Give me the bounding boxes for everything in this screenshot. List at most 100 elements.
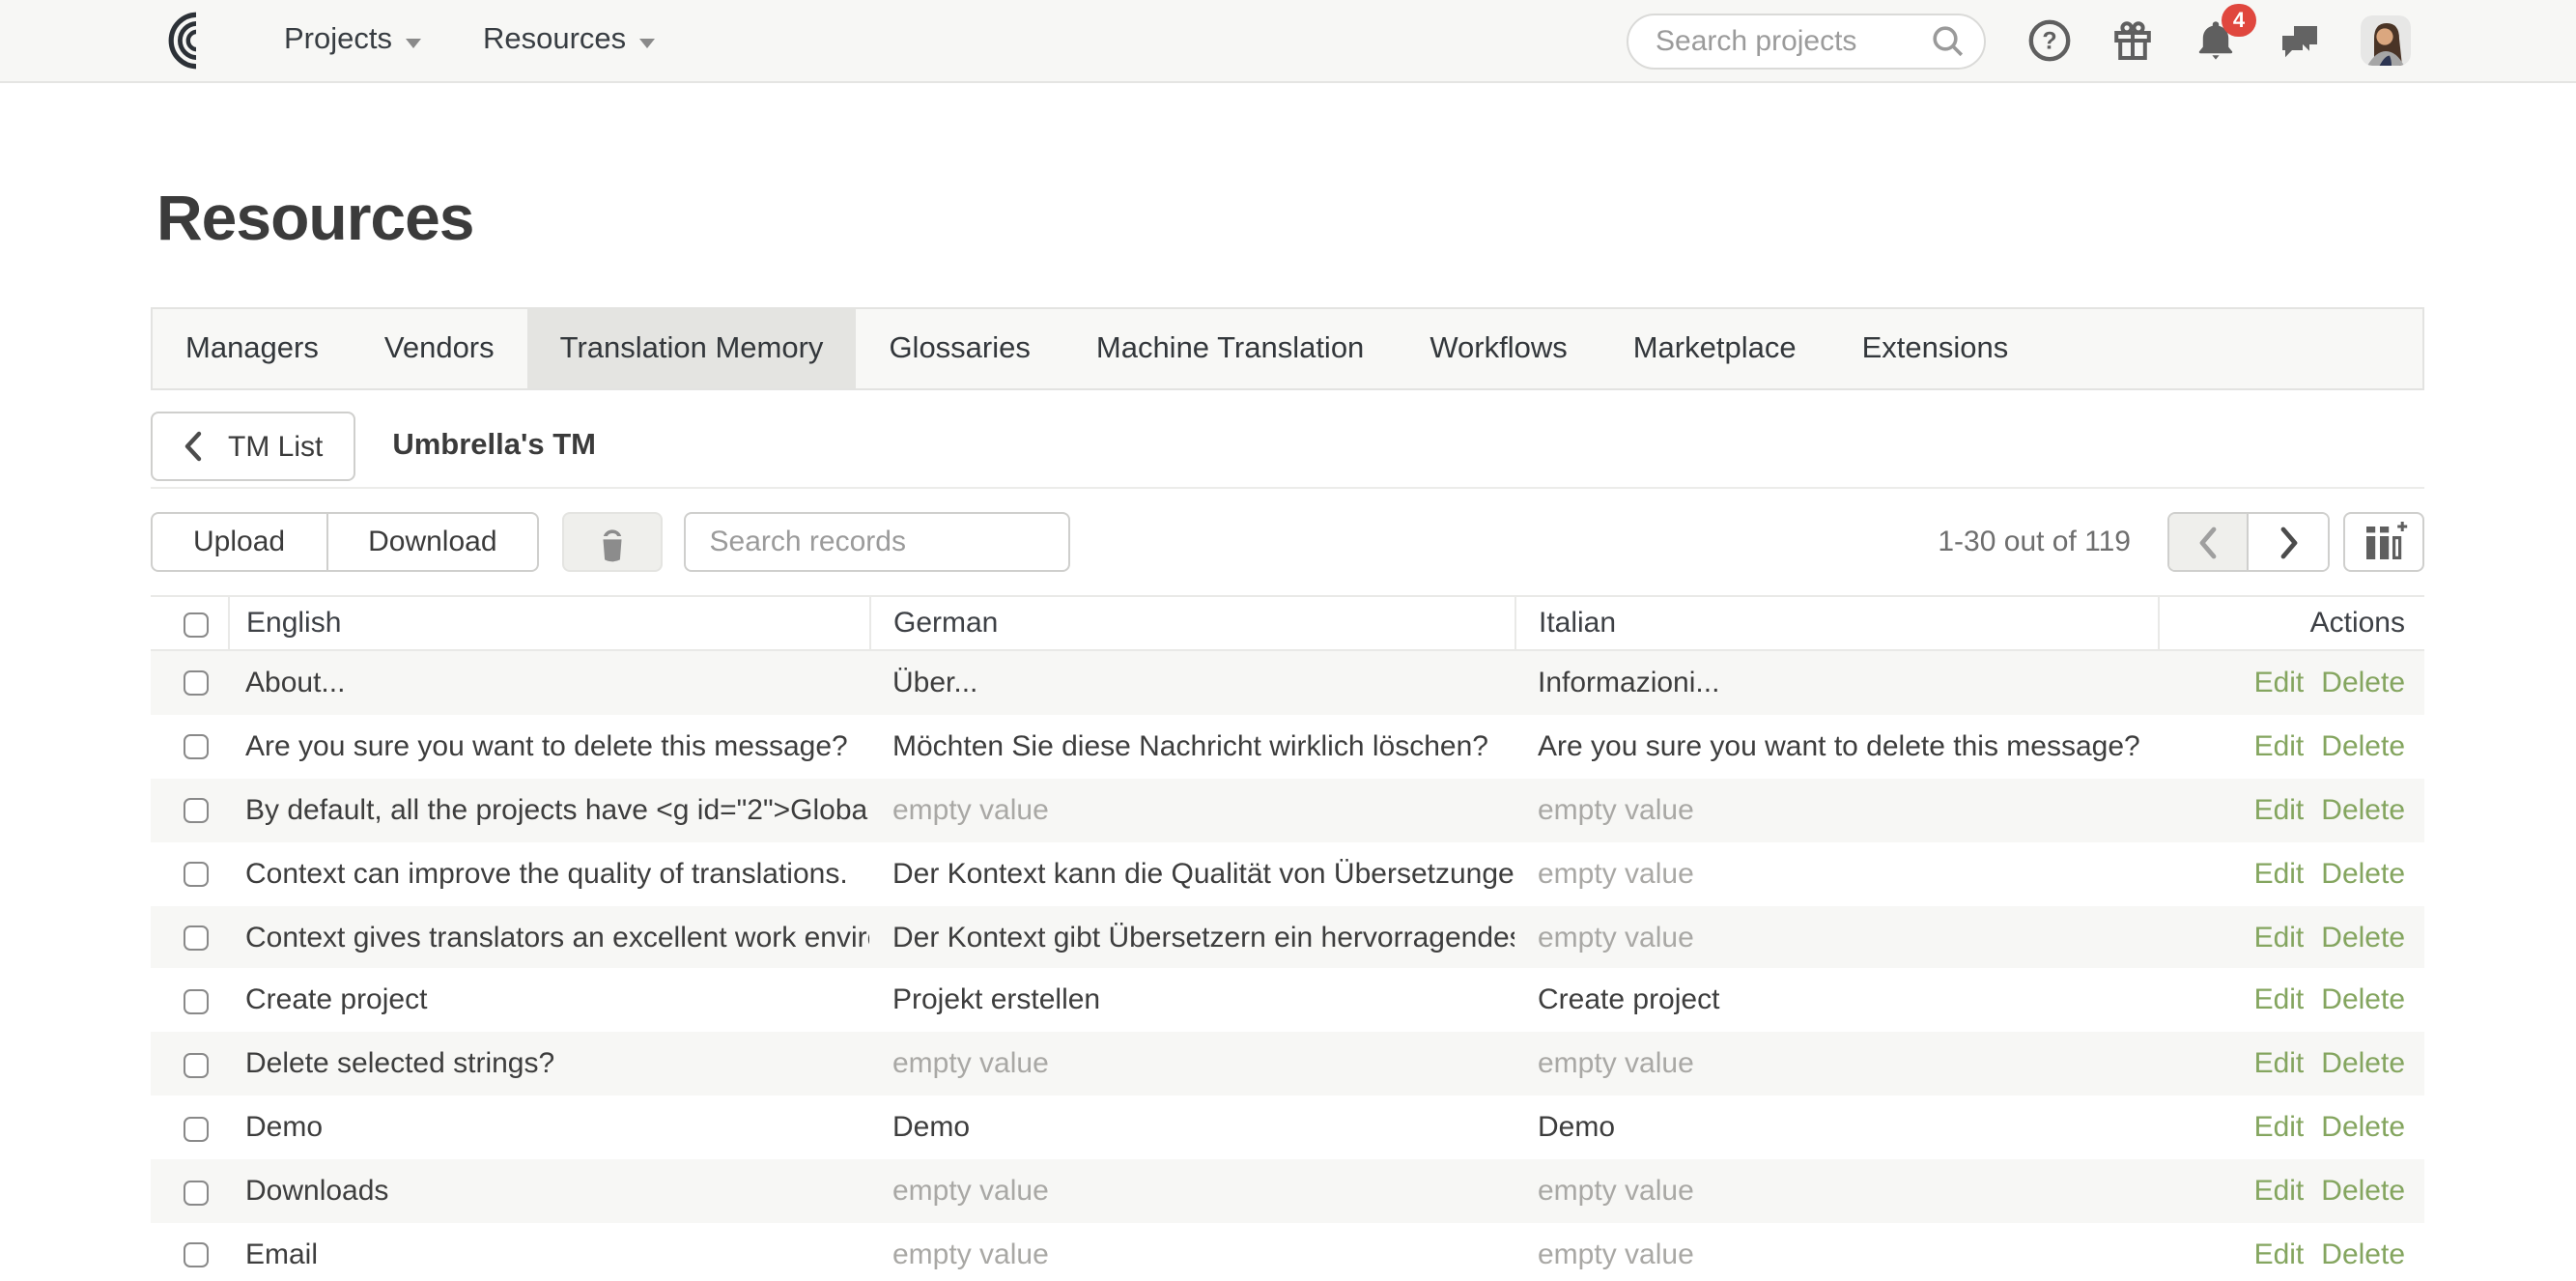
edit-link[interactable]: Edit	[2254, 1048, 2305, 1081]
upload-button[interactable]: Upload	[151, 512, 327, 572]
tab-marketplace[interactable]: Marketplace	[1600, 309, 1829, 388]
cell-en: Context can improve the quality of trans…	[228, 841, 869, 905]
cell-it: empty value	[1514, 1159, 2158, 1223]
row-checkbox-cell	[151, 779, 228, 842]
column-header-german: German	[869, 596, 1514, 650]
back-to-tm-list-button[interactable]: TM List	[151, 412, 355, 481]
delete-link[interactable]: Delete	[2321, 857, 2405, 890]
tab-workflows[interactable]: Workflows	[1397, 309, 1599, 388]
tab-vendors[interactable]: Vendors	[352, 309, 527, 388]
row-checkbox-cell	[151, 841, 228, 905]
download-button[interactable]: Download	[327, 512, 539, 572]
tab-managers[interactable]: Managers	[153, 309, 352, 388]
delete-link[interactable]: Delete	[2321, 1048, 2405, 1081]
search-projects	[1627, 13, 1986, 69]
delete-link[interactable]: Delete	[2321, 793, 2405, 826]
row-checkbox[interactable]	[184, 862, 209, 887]
table-row: Context can improve the quality of trans…	[151, 841, 2424, 905]
cell-en: Demo	[228, 1096, 869, 1159]
tab-translation-memory[interactable]: Translation Memory	[527, 309, 857, 388]
row-actions: Edit Delete	[2158, 650, 2424, 715]
search-records-input[interactable]	[685, 512, 1071, 572]
edit-link[interactable]: Edit	[2254, 667, 2305, 699]
prev-page-button[interactable]	[2169, 514, 2249, 570]
table-row: Downloadsempty valueempty valueEditDelet…	[151, 1159, 2424, 1223]
cell-en: Email	[228, 1223, 869, 1281]
app: Projects Resources ?	[0, 0, 2576, 1281]
edit-link[interactable]: Edit	[2254, 921, 2305, 954]
row-actions: Edit Delete	[2158, 969, 2424, 1033]
delete-selected-button[interactable]	[563, 512, 664, 572]
tm-table-body: About...Über...Informazioni...EditDelete…	[151, 650, 2424, 1281]
chevron-down-icon	[639, 38, 655, 47]
trash-icon	[592, 519, 635, 565]
column-header-english: English	[228, 596, 869, 650]
svg-text:?: ?	[2042, 28, 2056, 55]
chevron-down-icon	[406, 38, 421, 47]
tab-glossaries[interactable]: Glossaries	[856, 309, 1062, 388]
row-checkbox[interactable]	[184, 799, 209, 824]
table-row: Create projectProjekt erstellenCreate pr…	[151, 969, 2424, 1033]
cell-it: Demo	[1514, 1096, 2158, 1159]
columns-icon	[2360, 520, 2408, 564]
row-actions: Edit Delete	[2158, 1096, 2424, 1159]
edit-link[interactable]: Edit	[2254, 857, 2305, 890]
edit-link[interactable]: Edit	[2254, 730, 2305, 763]
row-checkbox-cell	[151, 715, 228, 779]
delete-link[interactable]: Delete	[2321, 1175, 2405, 1208]
help-icon[interactable]: ?	[2026, 17, 2073, 64]
tab-extensions[interactable]: Extensions	[1829, 309, 2042, 388]
edit-link[interactable]: Edit	[2254, 984, 2305, 1017]
row-checkbox[interactable]	[184, 1180, 209, 1205]
table-row: DemoDemoDemoEditDelete	[151, 1096, 2424, 1159]
manage-columns-button[interactable]	[2343, 512, 2424, 572]
delete-link[interactable]: Delete	[2321, 984, 2405, 1017]
delete-link[interactable]: Delete	[2321, 730, 2405, 763]
cell-it: empty value	[1514, 779, 2158, 842]
row-checkbox[interactable]	[184, 1243, 209, 1268]
gift-icon[interactable]	[2109, 16, 2156, 65]
row-actions: Edit Delete	[2158, 841, 2424, 905]
table-row: Delete selected strings?empty valueempty…	[151, 1033, 2424, 1096]
row-checkbox[interactable]	[184, 1116, 209, 1141]
delete-link[interactable]: Delete	[2321, 921, 2405, 954]
tab-machine-translation[interactable]: Machine Translation	[1063, 309, 1397, 388]
column-header-actions: Actions	[2158, 596, 2424, 650]
table-row: Emailempty valueempty valueEditDelete	[151, 1223, 2424, 1281]
cell-it: empty value	[1514, 1033, 2158, 1096]
breadcrumb: TM List Umbrella's TM	[151, 412, 2424, 481]
edit-link[interactable]: Edit	[2254, 1238, 2305, 1271]
delete-link[interactable]: Delete	[2321, 1111, 2405, 1144]
row-actions: Edit Delete	[2158, 1033, 2424, 1096]
edit-link[interactable]: Edit	[2254, 1175, 2305, 1208]
next-page-button[interactable]	[2249, 514, 2328, 570]
cell-de: empty value	[869, 779, 1514, 842]
row-checkbox[interactable]	[184, 989, 209, 1014]
topbar: Projects Resources ?	[0, 0, 2576, 83]
bell-icon[interactable]: 4	[2193, 17, 2239, 64]
row-checkbox[interactable]	[184, 1053, 209, 1078]
back-button-label: TM List	[228, 430, 323, 463]
messages-icon[interactable]	[2276, 18, 2324, 63]
row-checkbox[interactable]	[184, 925, 209, 951]
row-checkbox-cell	[151, 650, 228, 715]
row-checkbox[interactable]	[184, 735, 209, 760]
pagination-range: 1-30 out of 119	[1938, 526, 2131, 558]
nav-item-projects[interactable]: Projects	[284, 23, 421, 58]
app-logo-icon[interactable]	[137, 10, 207, 71]
edit-link[interactable]: Edit	[2254, 793, 2305, 826]
tm-name: Umbrella's TM	[392, 429, 596, 464]
cell-en: Delete selected strings?	[228, 1033, 869, 1096]
table-row: Are you sure you want to delete this mes…	[151, 715, 2424, 779]
delete-link[interactable]: Delete	[2321, 667, 2405, 699]
cell-en: By default, all the projects have <g id=…	[228, 779, 869, 842]
upload-download-group: Upload Download	[151, 512, 540, 572]
delete-link[interactable]: Delete	[2321, 1238, 2405, 1271]
row-checkbox[interactable]	[184, 671, 209, 697]
select-all-checkbox[interactable]	[184, 612, 209, 637]
nav-item-resources[interactable]: Resources	[483, 23, 655, 58]
avatar[interactable]	[2361, 15, 2411, 66]
cell-en: Downloads	[228, 1159, 869, 1223]
row-checkbox-cell	[151, 1033, 228, 1096]
edit-link[interactable]: Edit	[2254, 1111, 2305, 1144]
